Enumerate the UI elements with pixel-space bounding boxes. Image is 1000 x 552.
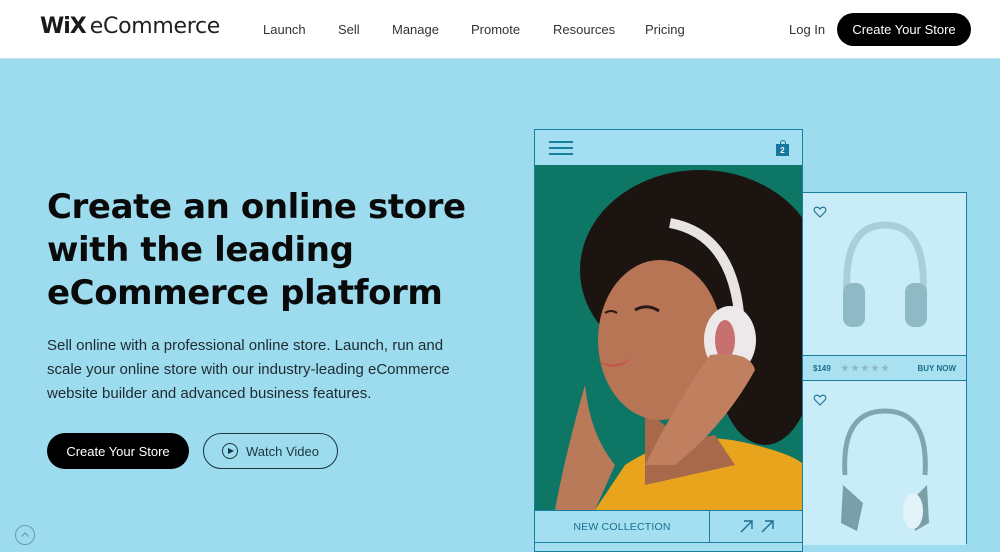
nav-manage[interactable]: Manage — [392, 22, 439, 37]
arrow-up-right-icon — [761, 520, 774, 533]
chevron-up-icon — [21, 532, 29, 537]
wix-ecommerce-logo[interactable]: WiX eCommerce — [40, 14, 220, 39]
headphones-image — [841, 408, 929, 531]
shopping-bag-icon[interactable]: 2 — [776, 140, 790, 156]
cart-count-badge: 2 — [776, 144, 789, 156]
login-link[interactable]: Log In — [789, 22, 825, 37]
nav-sell[interactable]: Sell — [338, 22, 360, 37]
product-card[interactable] — [803, 381, 966, 545]
watch-video-label: Watch Video — [246, 443, 319, 459]
nav-promote[interactable]: Promote — [471, 22, 520, 37]
arrow-up-right-icon — [740, 520, 753, 533]
hero-title-line: Create an online store — [47, 187, 466, 227]
create-store-button[interactable]: Create Your Store — [47, 433, 189, 469]
product-price: $149 — [813, 363, 831, 373]
product-info-bar: $149 ★★★★★ BUY NOW — [803, 355, 966, 381]
store-mockup-phone: 2 NEW COLLECTION — [534, 129, 803, 552]
headphones-image — [843, 221, 927, 327]
hero-title-line: with the leading — [47, 230, 354, 270]
play-icon — [222, 443, 238, 459]
hero-subtitle-line: Sell online with a professional online s… — [47, 337, 444, 354]
rating-stars: ★★★★★ — [840, 362, 892, 373]
product-card[interactable] — [803, 193, 966, 355]
arrow-links[interactable] — [711, 511, 803, 542]
mockup-top-bar: 2 — [535, 130, 802, 165]
scroll-to-top-button[interactable] — [15, 525, 35, 545]
hero-title: Create an online store with the leading … — [47, 186, 517, 315]
hamburger-menu-icon[interactable] — [549, 141, 573, 155]
hero-subtitle-line: scale your online store with our industr… — [47, 361, 450, 378]
watch-video-button[interactable]: Watch Video — [203, 433, 338, 469]
nav-resources[interactable]: Resources — [553, 22, 615, 37]
model-with-headphones-image — [535, 165, 802, 510]
product-cards: $149 ★★★★★ BUY NOW — [803, 192, 967, 545]
hero-subtitle: Sell online with a professional online s… — [47, 334, 487, 406]
mockup-footer: NEW COLLECTION — [535, 510, 802, 543]
nav-pricing[interactable]: Pricing — [645, 22, 685, 37]
site-header: WiX eCommerce Launch Sell Manage Promote… — [0, 0, 1000, 59]
new-collection-link[interactable]: NEW COLLECTION — [535, 511, 710, 542]
logo-brand: WiX — [40, 14, 87, 39]
hero-subtitle-line: website builder and advanced business fe… — [47, 385, 372, 402]
logo-product: eCommerce — [89, 14, 221, 39]
nav-launch[interactable]: Launch — [263, 22, 306, 37]
buy-now-button[interactable]: BUY NOW — [917, 364, 956, 373]
hero-title-line: eCommerce platform — [47, 273, 443, 313]
header-create-store-button[interactable]: Create Your Store — [837, 13, 971, 46]
